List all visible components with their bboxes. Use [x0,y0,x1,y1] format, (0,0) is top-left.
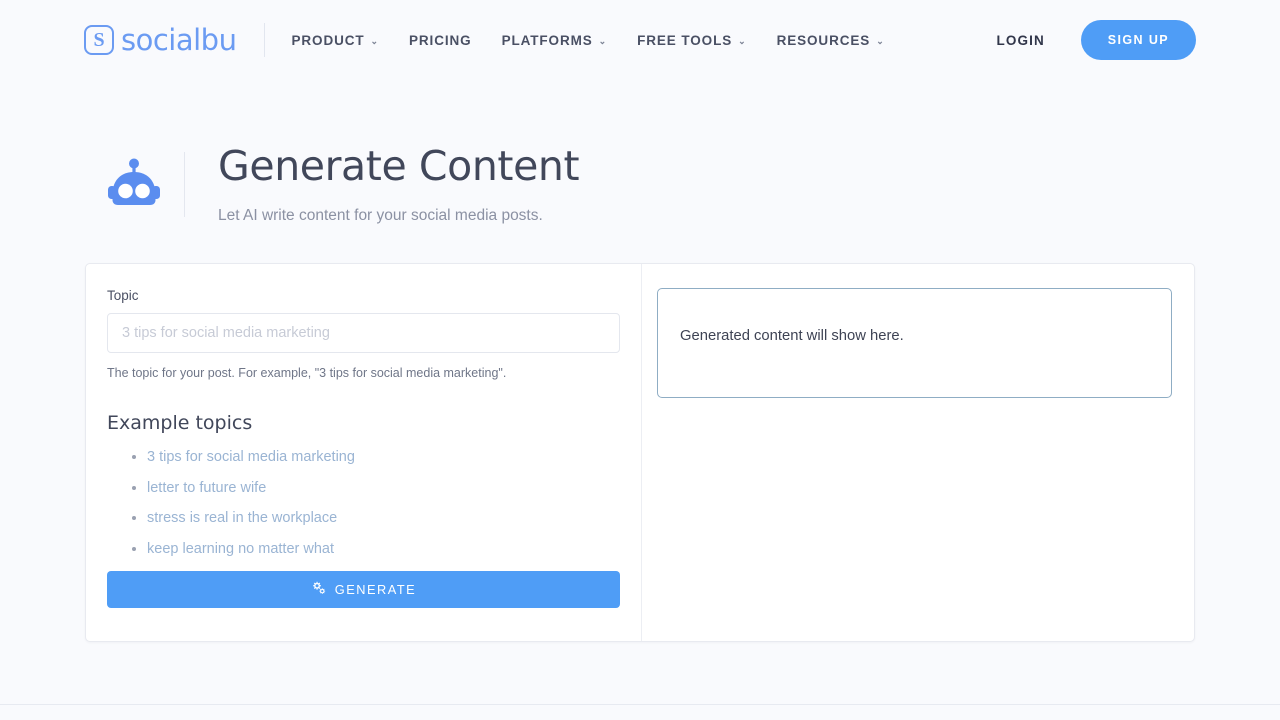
header-actions: LOGIN SIGN UP [997,20,1196,60]
topic-label: Topic [107,288,620,303]
chevron-down-icon: ⌄ [738,37,746,46]
topic-help-text: The topic for your post. For example, "3… [107,365,620,383]
header-divider [264,23,265,57]
list-item: 3 tips for social media marketing [147,448,620,466]
brand-logo[interactable]: S socialbu [84,23,236,57]
list-item: letter to future wife [147,479,620,497]
example-topic-link[interactable]: 3 tips for social media marketing [147,449,355,465]
signup-button[interactable]: SIGN UP [1081,20,1196,60]
page-bottom-rule [0,704,1280,705]
robot-head-icon [84,153,184,215]
main-navigation: PRODUCT ⌄ PRICING PLATFORMS ⌄ FREE TOOLS… [291,33,996,48]
brand-name: socialbu [121,23,236,57]
nav-item-label: PRODUCT [291,33,364,48]
generated-content-box[interactable]: Generated content will show here. [657,288,1172,398]
nav-item-label: PLATFORMS [502,33,593,48]
socialbu-logo-icon: S [84,25,114,55]
nav-item-pricing[interactable]: PRICING [409,33,472,48]
example-topic-link[interactable]: stress is real in the workplace [147,510,337,526]
example-topic-link[interactable]: letter to future wife [147,480,266,496]
nav-item-platforms[interactable]: PLATFORMS ⌄ [502,33,608,48]
generated-output-panel: Generated content will show here. [642,264,1194,641]
example-topic-link[interactable]: keep learning no matter what [147,541,334,557]
cogs-icon [311,581,326,598]
page-title: Generate Content [218,144,579,190]
list-item: keep learning no matter what [147,540,620,558]
nav-item-free-tools[interactable]: FREE TOOLS ⌄ [637,33,746,48]
generator-card: Topic The topic for your post. For examp… [85,263,1195,642]
nav-item-resources[interactable]: RESOURCES ⌄ [777,33,885,48]
topic-input[interactable] [107,313,620,353]
chevron-down-icon: ⌄ [599,37,607,46]
page-subtitle: Let AI write content for your social med… [218,207,579,225]
generate-button-label: GENERATE [335,582,416,597]
nav-item-label: PRICING [409,33,472,48]
nav-item-label: FREE TOOLS [637,33,732,48]
list-item: stress is real in the workplace [147,509,620,527]
chevron-down-icon: ⌄ [371,37,379,46]
nav-item-label: RESOURCES [777,33,871,48]
generator-form-panel: Topic The topic for your post. For examp… [86,264,642,641]
nav-item-product[interactable]: PRODUCT ⌄ [291,33,379,48]
site-header: S socialbu PRODUCT ⌄ PRICING PLATFORMS ⌄… [0,0,1280,80]
page-head-text: Generate Content Let AI write content fo… [185,144,579,225]
generate-button[interactable]: GENERATE [107,571,620,608]
example-topics-title: Example topics [107,412,620,434]
chevron-down-icon: ⌄ [876,37,884,46]
login-link[interactable]: LOGIN [997,33,1045,48]
generated-content-placeholder: Generated content will show here. [680,326,1149,347]
page-header: Generate Content Let AI write content fo… [0,80,1280,225]
example-topics-list: 3 tips for social media marketing letter… [129,448,620,558]
